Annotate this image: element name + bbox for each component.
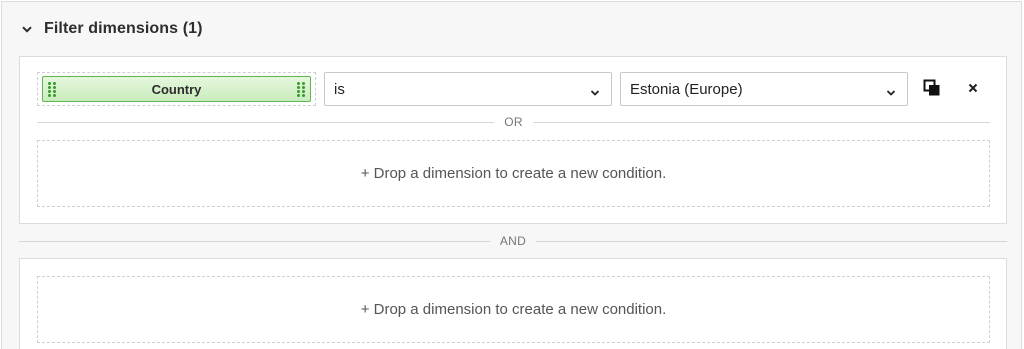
drop-hint: + Drop a dimension to create a new condi… <box>360 301 667 318</box>
remove-condition-button[interactable] <box>962 79 984 101</box>
condition-group-2: + Drop a dimension to create a new condi… <box>19 258 1007 349</box>
dimension-drop-slot: Country <box>37 72 316 106</box>
chevron-down-icon <box>590 85 600 96</box>
operator-select-value: is <box>334 80 345 98</box>
chevron-down-icon <box>886 85 896 96</box>
panel-header[interactable]: Filter dimensions (1) <box>20 16 203 42</box>
filter-dimensions-panel: Filter dimensions (1) Country is Estonia… <box>1 1 1022 349</box>
new-condition-drop-zone[interactable]: + Drop a dimension to create a new condi… <box>37 276 990 343</box>
and-label: AND <box>499 234 527 248</box>
copy-icon <box>923 79 941 102</box>
drag-handle-icon[interactable] <box>297 82 305 98</box>
drop-hint: + Drop a dimension to create a new condi… <box>360 165 667 182</box>
and-separator: AND <box>19 234 1007 248</box>
close-icon <box>967 81 979 99</box>
value-select-value: Estonia (Europe) <box>630 80 743 98</box>
drag-handle-icon[interactable] <box>48 82 56 98</box>
value-select[interactable]: Estonia (Europe) <box>620 72 908 106</box>
or-separator: OR <box>37 115 991 129</box>
operator-select[interactable]: is <box>324 72 612 106</box>
copy-condition-button[interactable] <box>921 79 943 101</box>
chevron-down-icon[interactable] <box>20 22 34 36</box>
or-label: OR <box>504 115 523 129</box>
new-condition-drop-zone[interactable]: + Drop a dimension to create a new condi… <box>37 140 990 207</box>
dimension-chip-label: Country <box>151 81 202 97</box>
condition-group-1: Country is Estonia (Europe) OR + Drop a … <box>19 56 1007 224</box>
panel-title: Filter dimensions (1) <box>44 20 203 37</box>
dimension-chip-country[interactable]: Country <box>42 76 311 102</box>
